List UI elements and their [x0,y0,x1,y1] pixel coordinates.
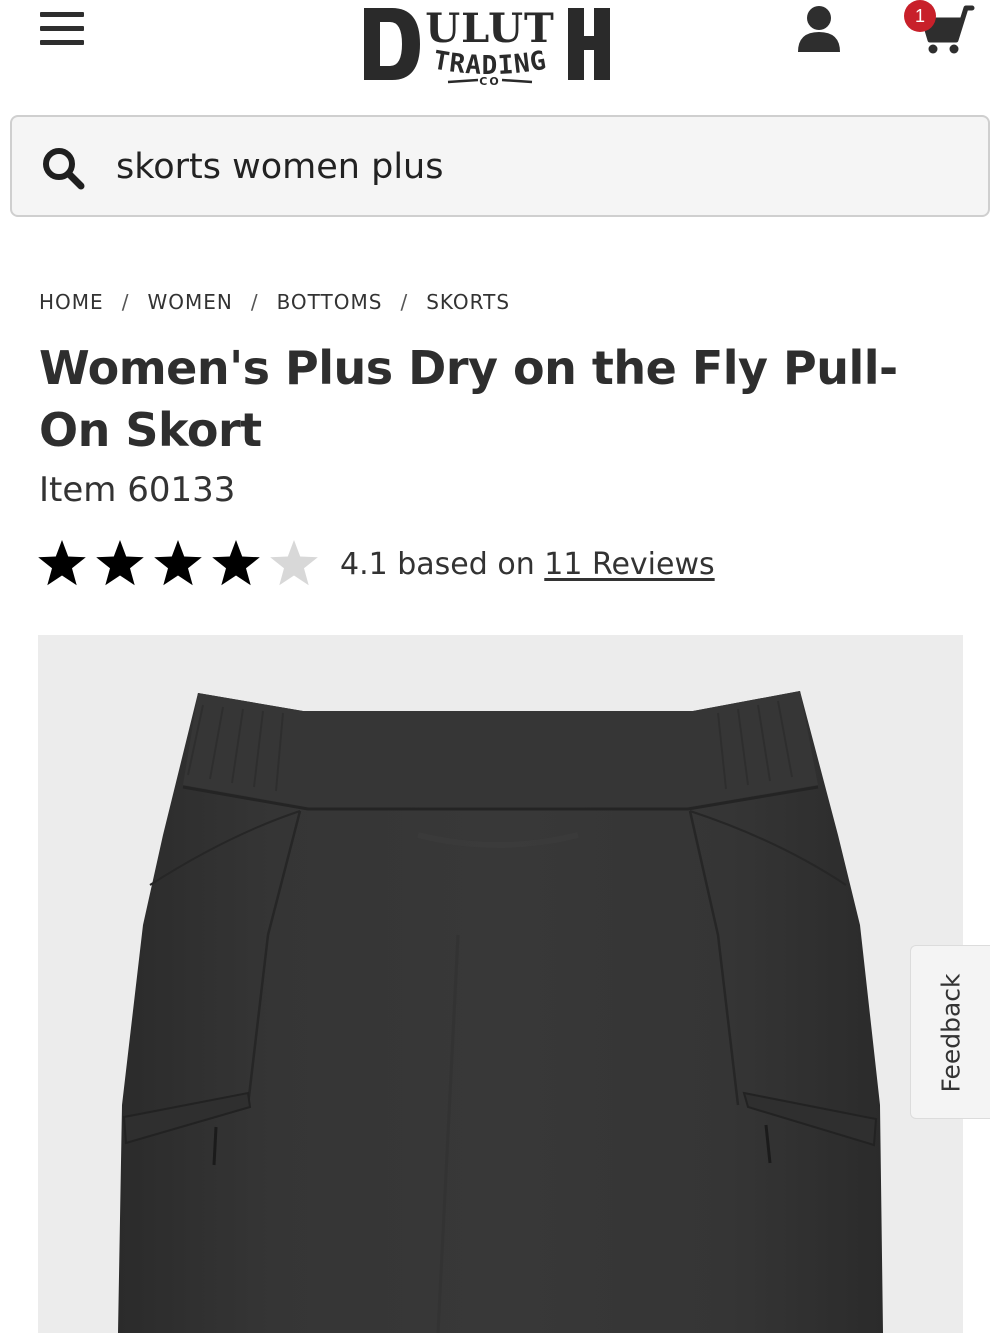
svg-text:ULUT: ULUT [425,5,554,52]
product-title: Women's Plus Dry on the Fly Pull-On Skor… [39,341,898,457]
breadcrumb: HOME / WOMEN / BOTTOMS / SKORTS [39,288,510,316]
star-filled-icon [154,540,202,586]
duluth-trading-logo[interactable]: ULUT TRADING CO [362,2,612,88]
breadcrumb-separator: / [121,290,130,314]
item-number: Item 60133 [39,470,236,510]
product-rating[interactable]: 4.1 based on 11 Reviews [36,536,715,592]
hamburger-menu-icon[interactable] [40,10,84,50]
feedback-tab[interactable]: Feedback [910,945,990,1119]
star-filled-icon [212,540,260,586]
star-rating [36,538,326,590]
rating-summary: 4.1 based on 11 Reviews [340,547,715,582]
breadcrumb-separator: / [400,290,409,314]
rating-value-text: 4.1 based on [340,546,535,582]
breadcrumb-separator: / [250,290,259,314]
star-filled-icon [96,540,144,586]
logo-graphic: ULUT TRADING CO [364,5,610,88]
search-input[interactable] [116,139,956,195]
feedback-label: Feedback [936,973,966,1093]
reviews-link[interactable]: 11 Reviews [544,547,714,582]
star-filled-icon [38,540,86,586]
product-image[interactable] [38,635,963,1333]
shopping-cart-button[interactable]: 1 [900,0,980,60]
search-icon[interactable] [40,145,86,191]
cart-count-badge: 1 [904,0,936,32]
breadcrumb-home[interactable]: HOME [39,290,104,314]
star-empty-icon [270,540,318,586]
breadcrumb-women[interactable]: WOMEN [147,290,232,314]
site-header: ULUT TRADING CO 1 [0,0,1000,100]
svg-text:CO: CO [479,75,500,88]
search-bar [10,115,990,217]
breadcrumb-skorts[interactable]: SKORTS [426,290,510,314]
skort-illustration [118,691,883,1333]
breadcrumb-bottoms[interactable]: BOTTOMS [277,290,383,314]
product-page: ULUT TRADING CO 1 skorts women plus HOME… [0,0,1000,1333]
user-icon[interactable] [796,4,842,54]
